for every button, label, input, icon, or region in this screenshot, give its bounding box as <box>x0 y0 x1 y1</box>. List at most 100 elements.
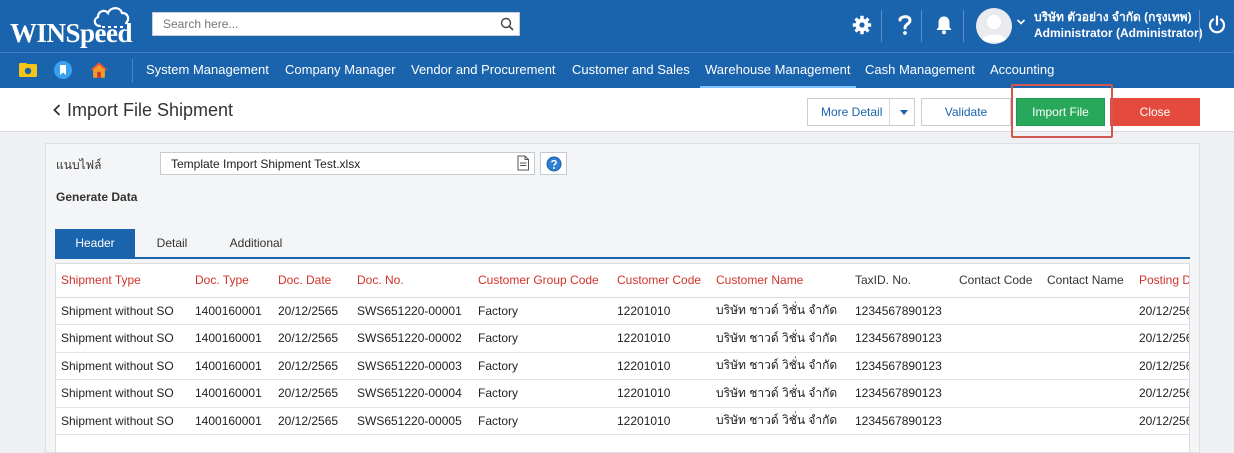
bell-icon[interactable] <box>933 14 955 36</box>
table-cell: Shipment without SO <box>56 324 190 353</box>
column-header[interactable]: Posting D <box>1134 264 1189 298</box>
table-row[interactable]: Shipment without SO 1400160001 20/12/256… <box>56 297 1189 325</box>
table-cell: 20/12/256 <box>1134 407 1189 435</box>
search-icon[interactable] <box>500 17 514 31</box>
divider <box>1199 10 1200 42</box>
main-nav: System Management Company Manager Vendor… <box>0 52 1234 88</box>
column-header[interactable]: Contact Name <box>1042 264 1134 298</box>
table-cell: 20/12/256 <box>1134 379 1189 408</box>
table-cell: 20/12/2565 <box>273 352 352 380</box>
table-cell: 12201010 <box>612 379 711 408</box>
nav-customer-sales[interactable]: Customer and Sales <box>572 53 690 88</box>
help-icon[interactable] <box>894 14 916 36</box>
table-cell: Factory <box>473 379 612 408</box>
search-box[interactable] <box>152 12 520 36</box>
power-icon[interactable] <box>1206 14 1228 36</box>
user-role: Administrator (Administrator) <box>1034 26 1203 40</box>
section-title: Generate Data <box>56 190 138 204</box>
column-header[interactable]: Customer Name <box>711 264 850 298</box>
browse-file-icon[interactable] <box>516 155 530 171</box>
column-header[interactable]: Doc. No. <box>352 264 473 298</box>
table-row[interactable]: Shipment without SO 1400160001 20/12/256… <box>56 407 1189 435</box>
table-cell: บริษัท ชาวด์ วิชั่น จำกัด <box>711 352 850 380</box>
table-cell: Factory <box>473 352 612 380</box>
file-value: Template Import Shipment Test.xlsx <box>171 157 361 171</box>
nav-warehouse-management[interactable]: Warehouse Management <box>700 53 856 88</box>
more-detail-label: More Detail <box>821 105 883 119</box>
data-grid[interactable]: Shipment Type Doc. Type Doc. Date Doc. N… <box>55 263 1190 453</box>
table-cell: 1400160001 <box>190 407 273 435</box>
column-header[interactable]: Contact Code <box>954 264 1042 298</box>
table-cell: 1234567890123 <box>850 324 954 353</box>
table-header-row: Shipment Type Doc. Type Doc. Date Doc. N… <box>56 264 1189 298</box>
table-cell: 1400160001 <box>190 352 273 380</box>
logo-text: WINSpeed <box>10 18 133 48</box>
chevron-down-icon[interactable] <box>1016 18 1026 26</box>
table-cell <box>954 379 1042 408</box>
table-cell: 12201010 <box>612 352 711 380</box>
validate-button[interactable]: Validate <box>921 98 1011 126</box>
table-cell: Factory <box>473 324 612 353</box>
divider <box>889 99 890 125</box>
column-header[interactable]: Customer Code <box>612 264 711 298</box>
table-cell: 1400160001 <box>190 324 273 353</box>
table-row[interactable]: Shipment without SO 1400160001 20/12/256… <box>56 379 1189 408</box>
table-cell: SWS651220-00004 <box>352 379 473 408</box>
search-input[interactable] <box>153 13 493 35</box>
table-cell: Shipment without SO <box>56 352 190 380</box>
nav-accounting[interactable]: Accounting <box>990 53 1054 88</box>
nav-cash-management[interactable]: Cash Management <box>865 53 975 88</box>
table-cell: SWS651220-00002 <box>352 324 473 353</box>
table-cell <box>1042 297 1134 325</box>
nav-system-management[interactable]: System Management <box>146 53 269 88</box>
table-cell <box>954 407 1042 435</box>
settings-icon[interactable] <box>851 14 873 36</box>
file-label: แนบไฟล์ <box>56 158 102 172</box>
caret-down-icon[interactable] <box>900 110 908 115</box>
table-cell: Shipment without SO <box>56 379 190 408</box>
table-cell <box>954 324 1042 353</box>
app-logo[interactable]: WINSpeed <box>8 4 133 48</box>
divider <box>881 10 882 42</box>
tab-detail[interactable]: Detail <box>142 229 202 258</box>
table-cell: SWS651220-00003 <box>352 352 473 380</box>
file-field[interactable]: Template Import Shipment Test.xlsx <box>160 152 535 175</box>
table-cell: Shipment without SO <box>56 297 190 325</box>
help-button[interactable] <box>540 152 567 175</box>
table-cell: 20/12/2565 <box>273 379 352 408</box>
table-cell <box>1042 407 1134 435</box>
column-header[interactable]: Shipment Type <box>56 264 190 298</box>
column-header[interactable]: Doc. Type <box>190 264 273 298</box>
table-cell: SWS651220-00001 <box>352 297 473 325</box>
table-row[interactable]: Shipment without SO 1400160001 20/12/256… <box>56 352 1189 380</box>
table-cell: บริษัท ชาวด์ วิชั่น จำกัด <box>711 297 850 325</box>
table-cell: 12201010 <box>612 407 711 435</box>
highlight-box <box>1011 84 1113 138</box>
bookmark-icon[interactable] <box>53 60 73 80</box>
tab-header[interactable]: Header <box>55 229 135 258</box>
nav-company-manager[interactable]: Company Manager <box>285 53 396 88</box>
table-cell <box>1042 379 1134 408</box>
table-cell: Shipment without SO <box>56 407 190 435</box>
column-header[interactable]: Doc. Date <box>273 264 352 298</box>
folder-icon[interactable] <box>18 60 38 80</box>
table-row[interactable]: Shipment without SO 1400160001 20/12/256… <box>56 324 1189 353</box>
nav-vendor-procurement[interactable]: Vendor and Procurement <box>411 53 556 88</box>
table-cell: 1400160001 <box>190 379 273 408</box>
table-cell: 20/12/2565 <box>273 407 352 435</box>
tab-additional[interactable]: Additional <box>220 229 292 258</box>
avatar[interactable] <box>976 8 1012 44</box>
more-detail-dropdown[interactable]: More Detail <box>807 98 915 126</box>
tab-underline <box>55 257 1190 259</box>
shipment-table: Shipment Type Doc. Type Doc. Date Doc. N… <box>56 264 1189 435</box>
column-header[interactable]: Customer Group Code <box>473 264 612 298</box>
table-cell: Factory <box>473 297 612 325</box>
table-cell: 1234567890123 <box>850 407 954 435</box>
column-header[interactable]: TaxID. No. <box>850 264 954 298</box>
home-icon[interactable] <box>89 60 109 80</box>
table-cell: 20/12/256 <box>1134 297 1189 325</box>
table-cell: บริษัท ชาวด์ วิชั่น จำกัด <box>711 379 850 408</box>
chevron-left-icon[interactable] <box>52 103 62 117</box>
close-button[interactable]: Close <box>1110 98 1200 126</box>
table-cell: 20/12/256 <box>1134 324 1189 353</box>
